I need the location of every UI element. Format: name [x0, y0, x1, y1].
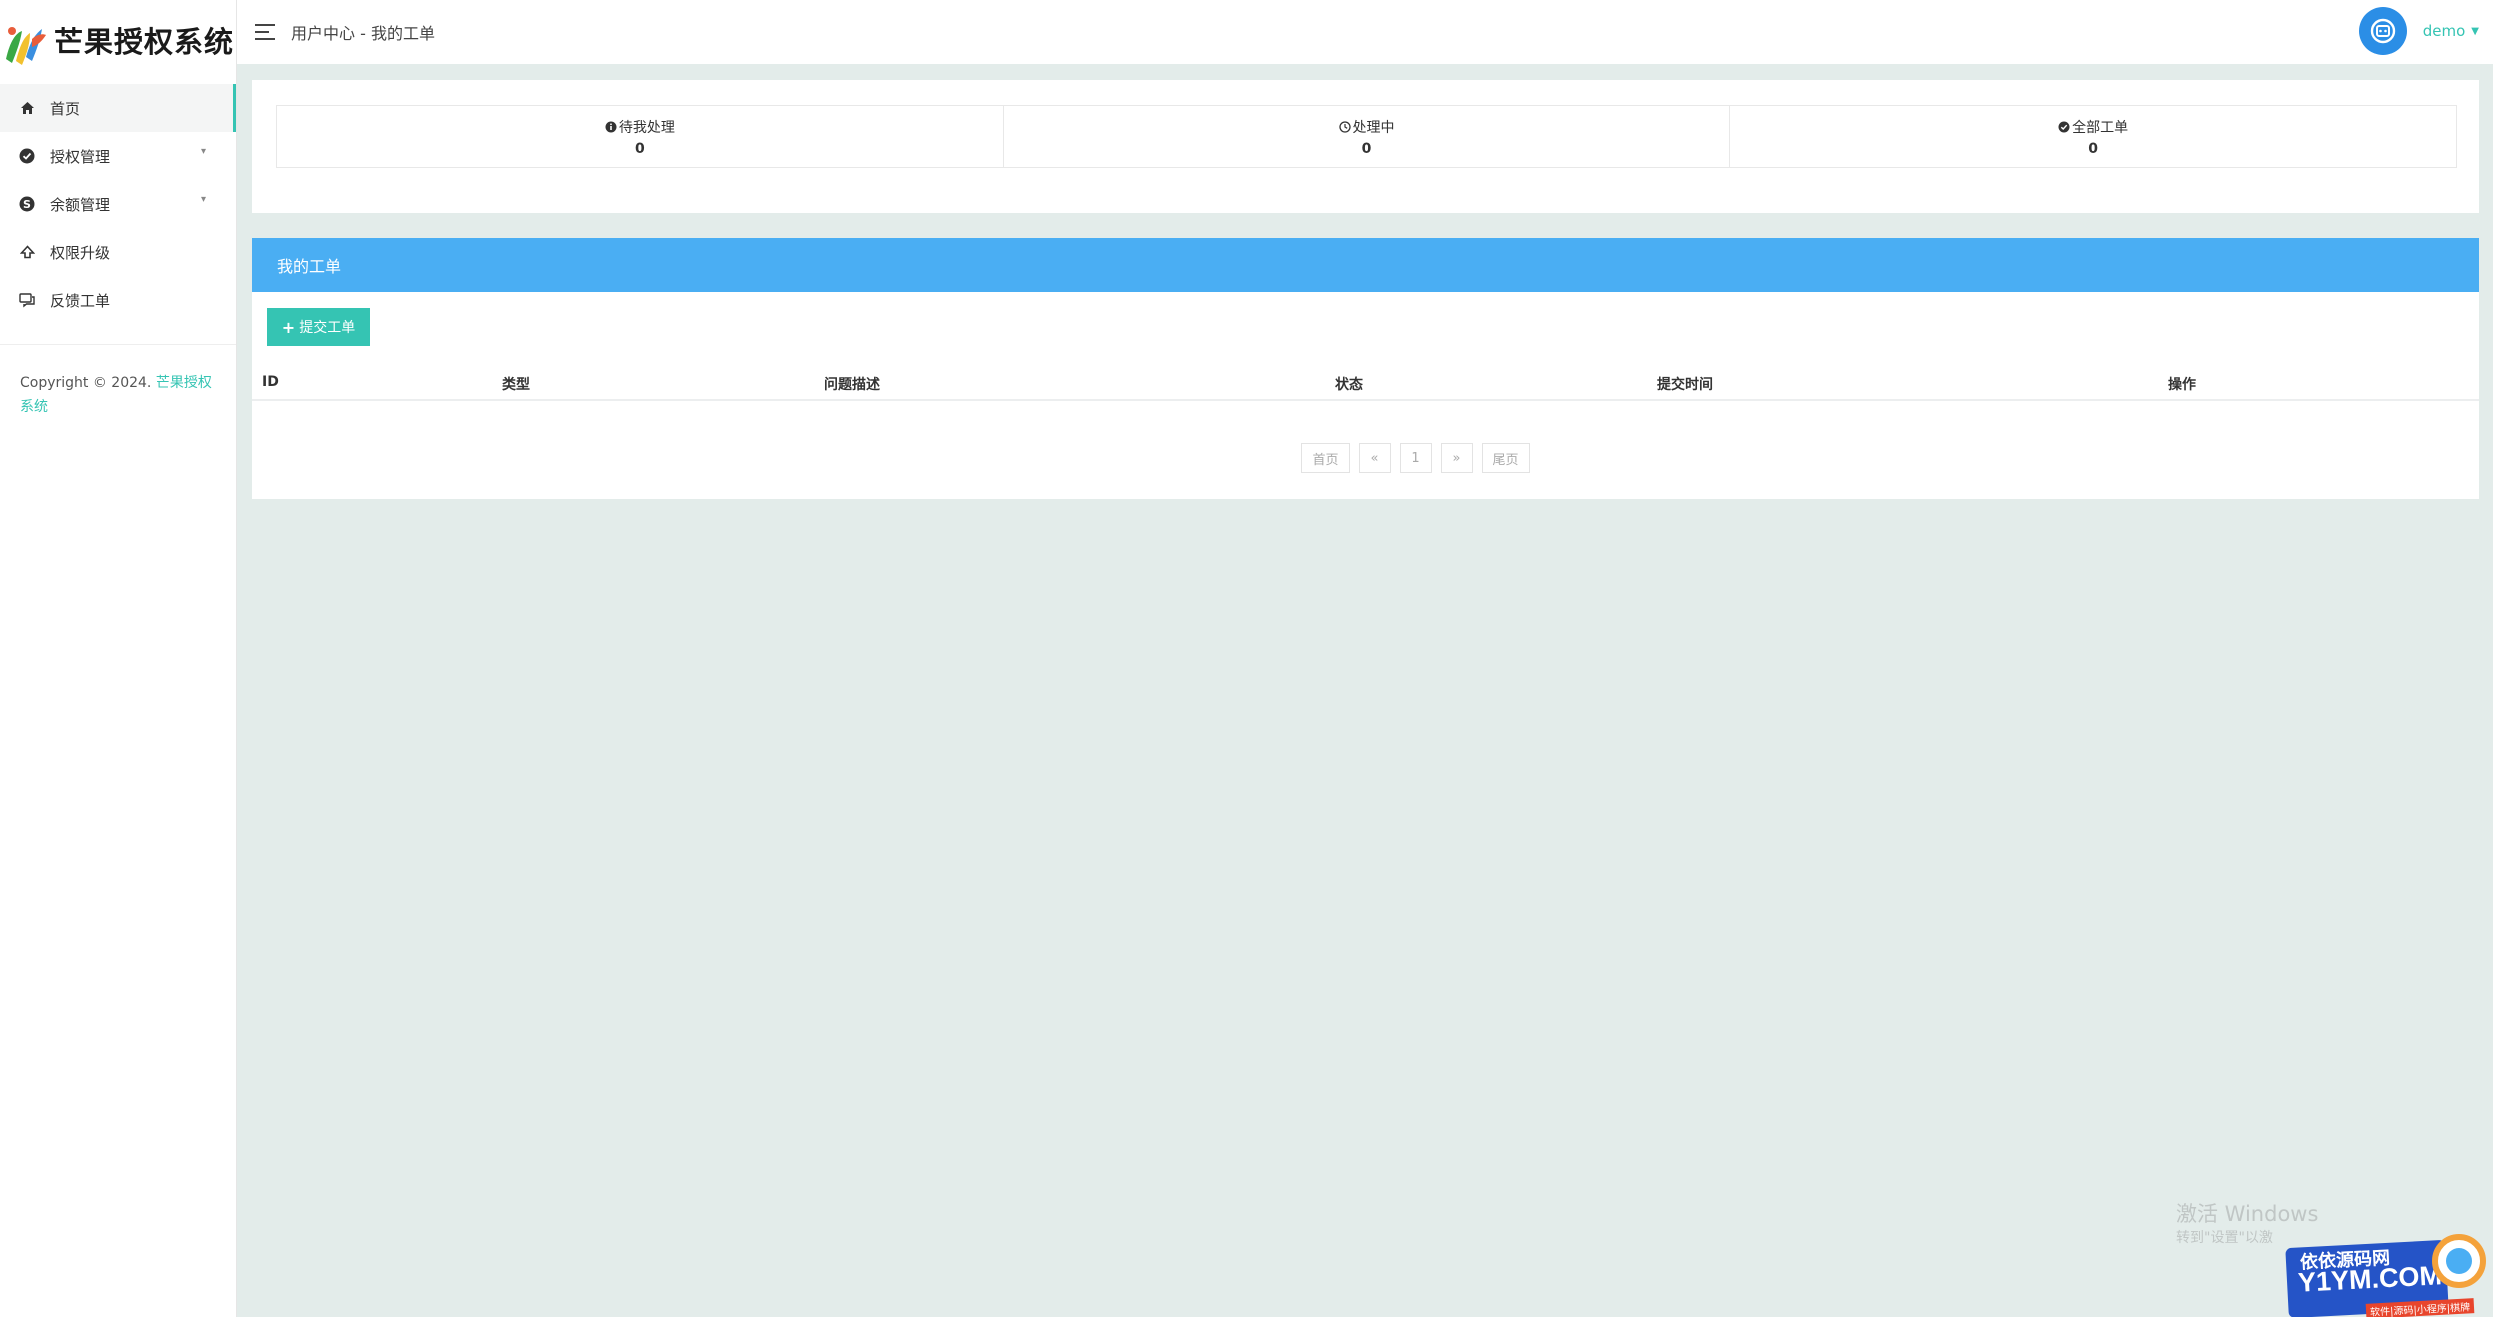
sidebar: 芒果授权系统 首页 授权管理 ▾ S 余额管理 ▾ 权限升级 反馈工单 Copy…	[0, 0, 237, 1317]
sidebar-nav: 首页 授权管理 ▾ S 余额管理 ▾ 权限升级 反馈工单	[0, 84, 236, 324]
stats-row: 待我处理 0 处理中 0 全部工单 0	[276, 105, 2457, 168]
sidebar-item-label: 反馈工单	[50, 291, 111, 310]
home-icon	[18, 99, 36, 117]
submit-ticket-label: 提交工单	[299, 320, 356, 336]
menu-toggle-icon[interactable]	[255, 23, 277, 41]
sidebar-item-label: 余额管理	[50, 195, 111, 214]
chevron-down-icon: ▾	[200, 146, 206, 157]
stat-value: 0	[1361, 140, 1372, 157]
sidebar-item-label: 权限升级	[50, 243, 111, 262]
stat-label: 处理中	[1352, 119, 1395, 136]
submit-ticket-button[interactable]: + 提交工单	[267, 308, 370, 346]
skype-icon: S	[18, 195, 36, 213]
top-header: 用户中心 - 我的工单 demo ▼	[237, 0, 2493, 64]
username[interactable]: demo	[2423, 22, 2466, 40]
tickets-panel: 我的工单 + 提交工单 ID 类型 问题描述 状态 提交时间 操作 首页 « 1…	[252, 238, 2479, 499]
copyright: Copyright © 2024. 芒果授权系统	[0, 345, 236, 419]
page-number-button[interactable]: 1	[1399, 443, 1432, 473]
column-header-id: ID	[262, 374, 279, 390]
page-first-button[interactable]: 首页	[1301, 443, 1350, 473]
user-menu[interactable]: demo ▼	[2358, 7, 2479, 55]
windows-activation-subtext: 转到"设置"以激	[2176, 1230, 2273, 1246]
upgrade-icon	[18, 243, 36, 261]
plus-icon: +	[281, 317, 296, 337]
stat-label: 全部工单	[2072, 119, 2129, 136]
column-header-actions: 操作	[2168, 377, 2196, 393]
page-next-button[interactable]: »	[1440, 443, 1473, 473]
column-header-status: 状态	[1335, 377, 1363, 393]
caret-down-icon: ▼	[2471, 25, 2479, 37]
comments-icon	[18, 291, 36, 309]
page-prev-button[interactable]: «	[1358, 443, 1391, 473]
app-logo[interactable]: 芒果授权系统	[0, 0, 236, 80]
page-last-button[interactable]: 尾页	[1481, 443, 1530, 473]
check-circle-icon	[18, 147, 36, 165]
breadcrumb: 用户中心 - 我的工单	[291, 24, 435, 43]
column-header-type: 类型	[502, 377, 530, 393]
mango-logo-icon	[6, 27, 46, 65]
app-title: 芒果授权系统	[54, 25, 235, 59]
stat-pending[interactable]: 待我处理 0	[277, 106, 1004, 167]
sidebar-item-upgrade[interactable]: 权限升级	[0, 228, 236, 276]
stat-value: 0	[2088, 140, 2099, 157]
info-circle-icon	[605, 121, 617, 132]
column-header-submit-time: 提交时间	[1657, 377, 1713, 393]
windows-activation-watermark: 激活 Windows	[2176, 1202, 2319, 1226]
stat-processing[interactable]: 处理中 0	[1004, 106, 1731, 167]
check-circle-icon	[2058, 121, 2070, 132]
chevron-down-icon: ▾	[200, 194, 206, 205]
copyright-text: Copyright © 2024.	[20, 375, 152, 391]
stat-value: 0	[634, 140, 645, 157]
magnifier-lens-icon	[2446, 1248, 2472, 1274]
stat-all[interactable]: 全部工单 0	[1730, 106, 2456, 167]
sidebar-item-license[interactable]: 授权管理 ▾	[0, 132, 236, 180]
sidebar-item-label: 授权管理	[50, 147, 111, 166]
column-header-description: 问题描述	[824, 377, 880, 393]
avatar[interactable]	[2358, 7, 2407, 55]
svg-text:S: S	[23, 198, 31, 211]
panel-title: 我的工单	[252, 238, 2479, 292]
sidebar-item-home[interactable]: 首页	[0, 84, 236, 132]
sidebar-item-balance[interactable]: S 余额管理 ▾	[0, 180, 236, 228]
sidebar-item-label: 首页	[50, 99, 81, 118]
user-avatar-icon	[2370, 18, 2395, 44]
pagination: 首页 « 1 » 尾页	[252, 443, 2479, 473]
sidebar-item-feedback[interactable]: 反馈工单	[0, 276, 236, 324]
clock-icon	[1338, 120, 1351, 133]
table-header: ID 类型 问题描述 状态 提交时间 操作	[252, 365, 2479, 401]
stats-panel: 待我处理 0 处理中 0 全部工单 0	[252, 80, 2479, 213]
stat-label: 待我处理	[618, 119, 675, 136]
